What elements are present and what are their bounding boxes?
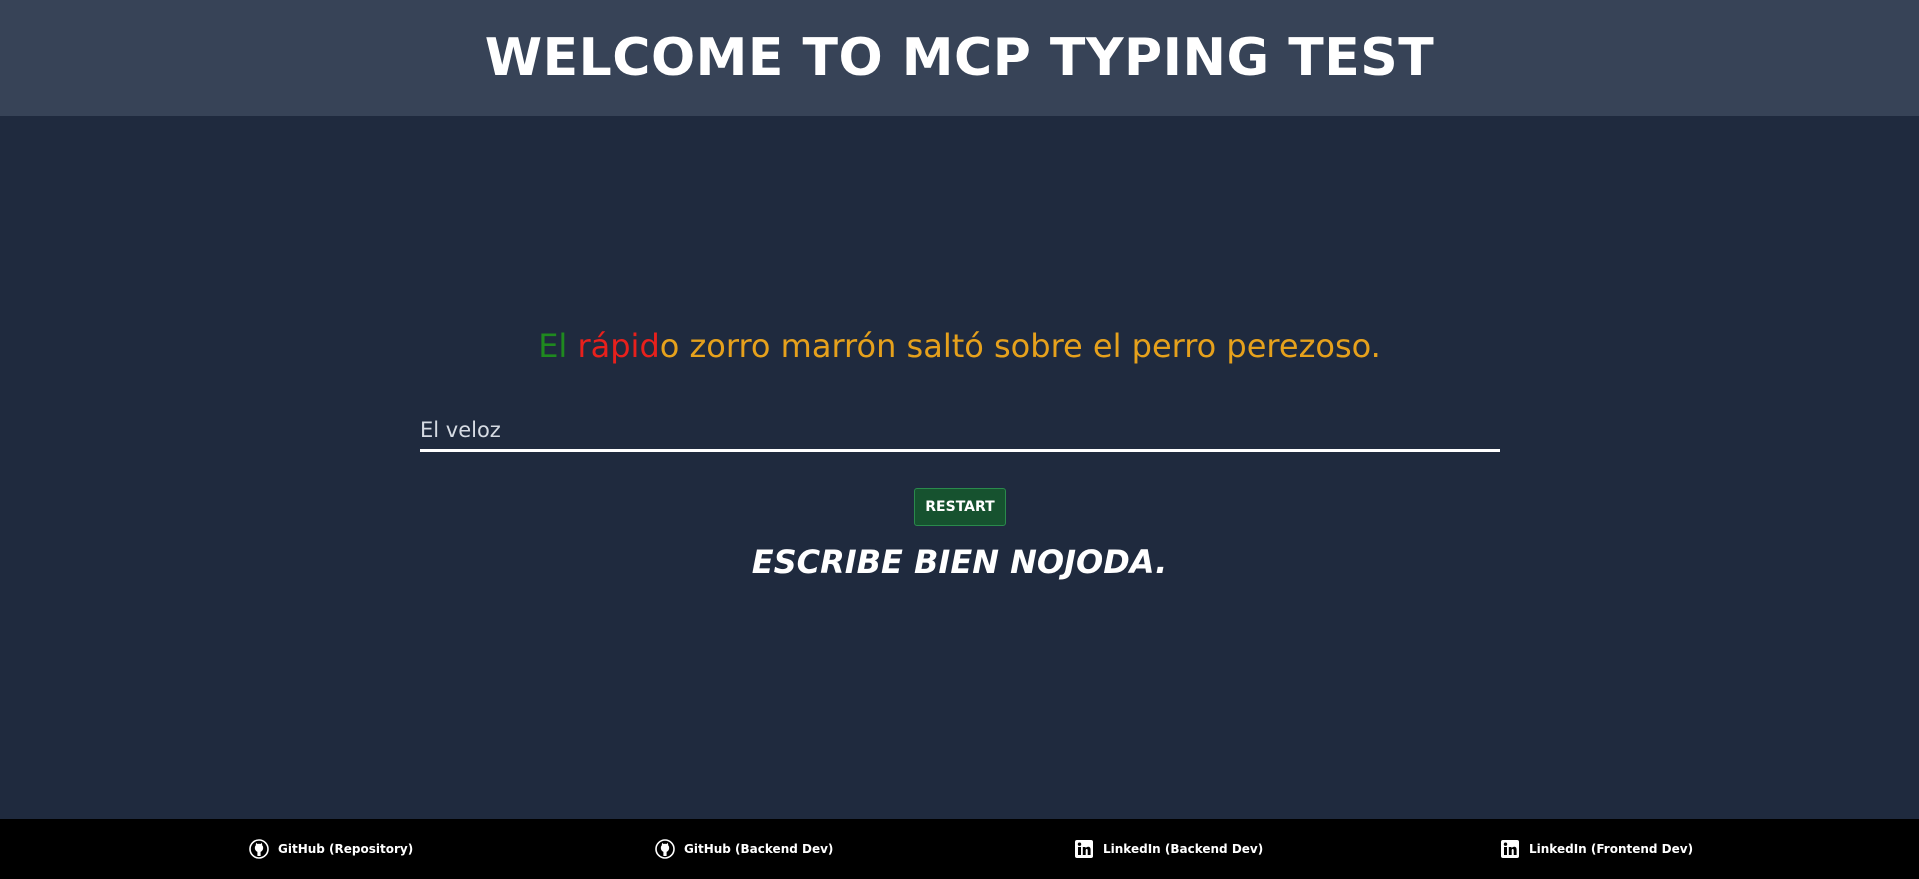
wrong-text: rápid: [577, 327, 660, 365]
github-icon: [655, 839, 675, 859]
typing-field-wrapper: [420, 413, 1500, 452]
github-icon: [249, 839, 269, 859]
app-root: WELCOME TO MCP TYPING TEST El rápido zor…: [0, 0, 1919, 879]
github-backend-dev-label: GitHub (Backend Dev): [684, 842, 834, 856]
linkedin-backend-dev-label: LinkedIn (Backend Dev): [1103, 842, 1264, 856]
linkedin-icon: [1500, 839, 1520, 859]
linkedin-frontend-dev-link[interactable]: LinkedIn (Frontend Dev): [1500, 819, 1693, 879]
linkedin-backend-dev-link[interactable]: LinkedIn (Backend Dev): [1074, 819, 1263, 879]
github-backend-dev-link[interactable]: GitHub (Backend Dev): [655, 819, 833, 879]
linkedin-icon: [1074, 839, 1094, 859]
page-header: WELCOME TO MCP TYPING TEST: [0, 0, 1919, 116]
typing-input[interactable]: [420, 413, 1500, 447]
page-footer: GitHub (Repository) GitHub (Backend Dev): [0, 819, 1919, 879]
page-title: WELCOME TO MCP TYPING TEST: [484, 28, 1435, 88]
pending-text: o zorro marrón saltó sobre el perro pere…: [659, 327, 1381, 365]
feedback-message: ESCRIBE BIEN NOJODA.: [751, 543, 1168, 581]
main-content: El rápido zorro marrón saltó sobre el pe…: [0, 116, 1919, 819]
linkedin-frontend-dev-label: LinkedIn (Frontend Dev): [1529, 842, 1694, 856]
correct-text: El: [538, 327, 578, 365]
github-repository-label: GitHub (Repository): [278, 842, 414, 856]
restart-button[interactable]: RESTART: [914, 488, 1006, 526]
target-sentence: El rápido zorro marrón saltó sobre el pe…: [0, 324, 1919, 368]
github-repository-link[interactable]: GitHub (Repository): [249, 819, 413, 879]
